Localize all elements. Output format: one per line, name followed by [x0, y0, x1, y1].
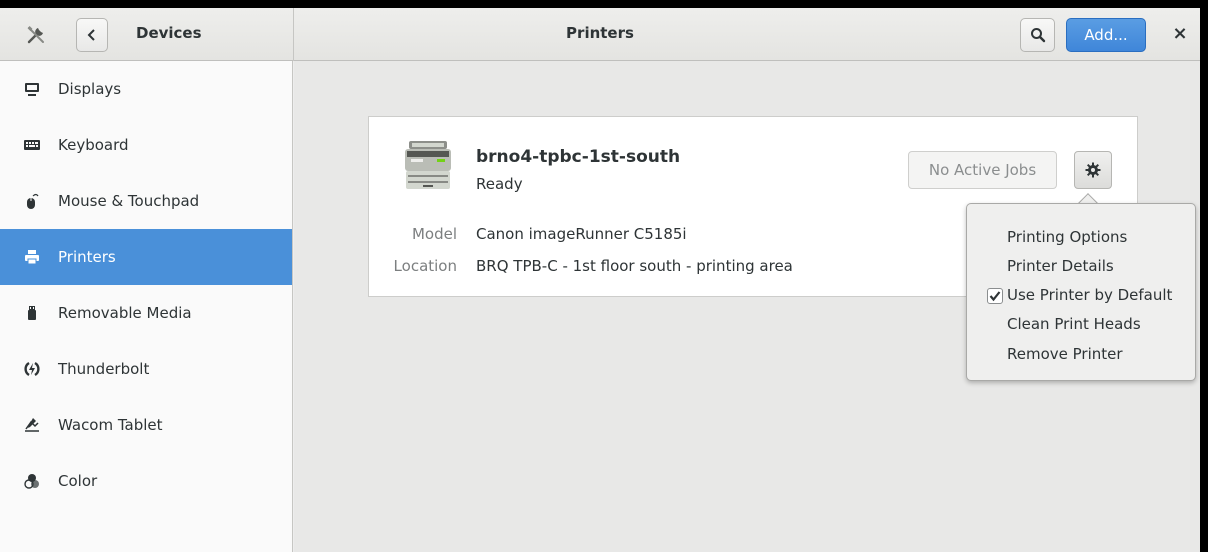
color-icon [24, 473, 40, 489]
sidebar-item-displays[interactable]: Displays [0, 61, 292, 117]
sidebar-item-label: Displays [58, 80, 122, 98]
tablet-icon [24, 417, 40, 433]
usb-icon [24, 305, 40, 321]
sidebar-item-label: Wacom Tablet [58, 416, 163, 434]
chevron-left-icon [87, 29, 95, 41]
checkmark-icon [989, 291, 1001, 302]
printer-icon [24, 249, 40, 265]
settings-window: Devices Printers Add... × Displays Keybo… [0, 8, 1200, 552]
display-icon [24, 81, 40, 97]
panel-title: Devices [136, 24, 202, 42]
header-bar: Devices Printers Add... × [0, 8, 1200, 61]
menu-item-remove-printer[interactable]: Remove Printer [1007, 345, 1123, 363]
tools-icon[interactable] [26, 25, 46, 45]
printer-options-menu: Printing Options Printer Details Use Pri… [966, 203, 1196, 381]
sidebar: Displays Keyboard Mouse & Touchpad Print… [0, 61, 293, 552]
sidebar-item-label: Mouse & Touchpad [58, 192, 200, 210]
add-printer-button[interactable]: Add... [1066, 18, 1146, 52]
sidebar-item-color[interactable]: Color [0, 453, 292, 509]
location-label: Location [393, 257, 457, 275]
printer-name: brno4-tpbc-1st-south [476, 147, 681, 167]
search-button[interactable] [1020, 18, 1055, 52]
sidebar-item-keyboard[interactable]: Keyboard [0, 117, 292, 173]
printer-settings-button[interactable] [1074, 151, 1112, 189]
sidebar-item-label: Thunderbolt [58, 360, 150, 378]
menu-item-printing-options[interactable]: Printing Options [1007, 228, 1127, 246]
model-value: Canon imageRunner C5185i [476, 225, 687, 243]
sidebar-item-label: Color [58, 472, 98, 490]
menu-item-printer-details[interactable]: Printer Details [1007, 257, 1114, 275]
gear-icon [1085, 162, 1101, 178]
sidebar-item-printers[interactable]: Printers [0, 229, 292, 285]
header-divider [293, 8, 294, 61]
sidebar-item-mouse-touchpad[interactable]: Mouse & Touchpad [0, 173, 292, 229]
search-icon [1030, 28, 1045, 43]
menu-item-use-by-default[interactable]: Use Printer by Default [1007, 286, 1172, 304]
sidebar-item-label: Printers [58, 248, 116, 266]
sidebar-item-removable-media[interactable]: Removable Media [0, 285, 292, 341]
close-button[interactable]: × [1170, 24, 1190, 44]
thunderbolt-icon [24, 361, 40, 377]
mouse-icon [24, 193, 40, 209]
sidebar-item-label: Keyboard [58, 136, 129, 154]
location-value: BRQ TPB-C - 1st floor south - printing a… [476, 257, 793, 275]
default-printer-checkbox[interactable] [987, 288, 1003, 304]
printer-status: Ready [476, 175, 523, 193]
printer-device-icon [403, 139, 453, 193]
sidebar-item-wacom-tablet[interactable]: Wacom Tablet [0, 397, 292, 453]
sidebar-item-thunderbolt[interactable]: Thunderbolt [0, 341, 292, 397]
model-label: Model [411, 225, 457, 243]
back-button[interactable] [76, 18, 108, 52]
menu-item-clean-print-heads[interactable]: Clean Print Heads [1007, 315, 1141, 333]
keyboard-icon [24, 137, 40, 153]
sidebar-item-label: Removable Media [58, 304, 192, 322]
jobs-button[interactable]: No Active Jobs [908, 151, 1057, 189]
